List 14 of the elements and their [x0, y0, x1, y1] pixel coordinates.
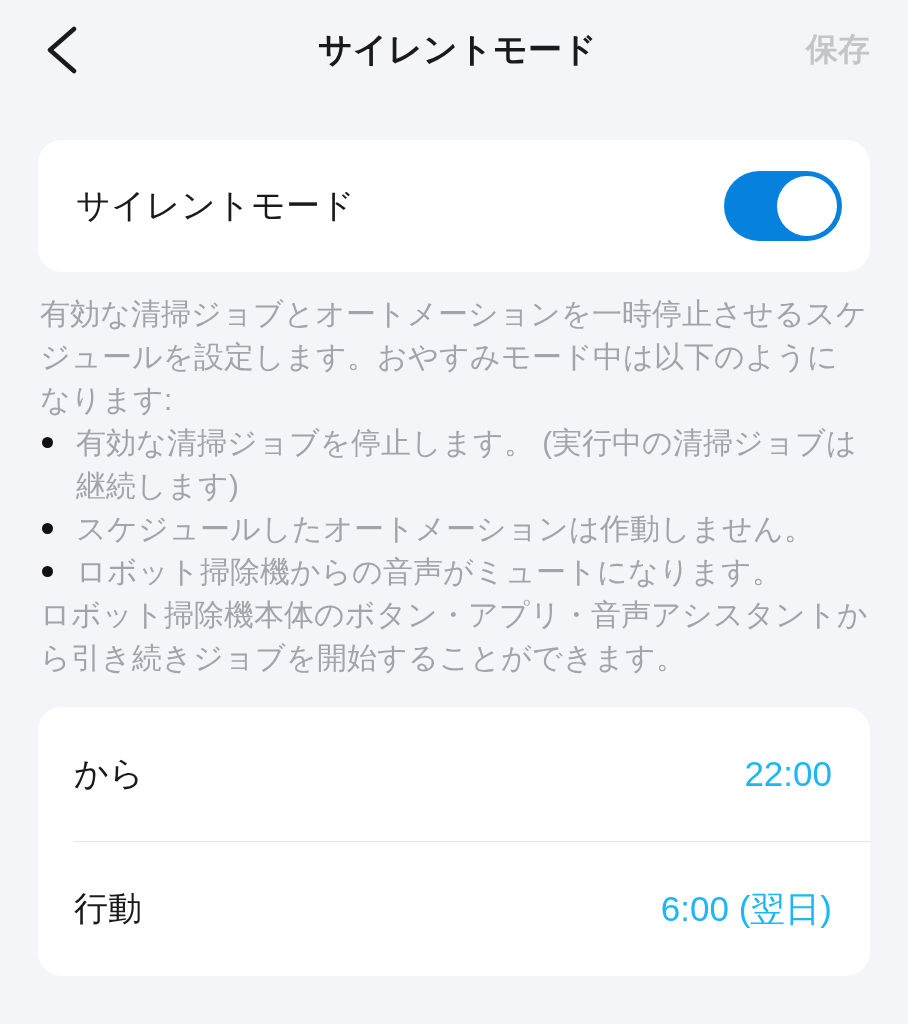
- setting-label: サイレントモード: [76, 185, 355, 226]
- time-label: から: [74, 753, 144, 794]
- description-text: ロボット掃除機本体のボタン・アプリ・音声アシスタントから引き続きジョブを開始することができます。: [40, 597, 868, 676]
- time-label: 行動: [74, 888, 142, 929]
- description-text: 有効な清掃ジョブとオートメーションを一時停止させるスケジュールを設定します。おやすみモード中は以下のようになります:: [40, 296, 868, 418]
- bullet-text: ロボット掃除機からの音声がミュートになります。: [76, 554, 782, 590]
- time-value[interactable]: 6:00 (翌日): [660, 885, 832, 933]
- bullet-text: スケジュールしたオートメーションは作動しません。: [76, 511, 814, 547]
- bullet-icon: [42, 566, 53, 577]
- time-value[interactable]: 22:00: [744, 754, 832, 794]
- page-title: サイレントモード: [317, 29, 597, 70]
- bullet-icon: [42, 437, 53, 448]
- bullet-text: 有効な清掃ジョブを停止します。 (実行中の清掃ジョブは継続します): [76, 425, 859, 504]
- bullet-icon: [42, 523, 53, 534]
